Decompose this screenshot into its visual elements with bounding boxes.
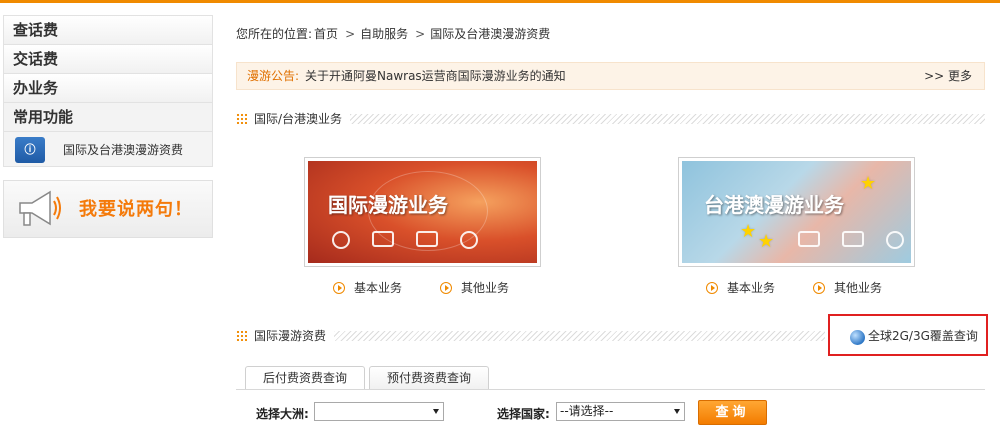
megaphone-icon bbox=[19, 190, 61, 226]
country-select-value: --请选择-- bbox=[560, 404, 614, 418]
continent-select[interactable] bbox=[314, 402, 444, 421]
section-divider bbox=[254, 331, 825, 341]
phone-icon bbox=[372, 231, 394, 247]
top-accent-bar bbox=[0, 0, 1000, 3]
intl-roaming-banner[interactable]: 国际漫游业务 bbox=[304, 157, 541, 267]
intl-roaming-links: 基本业务 其他业务 bbox=[333, 279, 547, 296]
star-icon: ★ bbox=[740, 221, 757, 242]
section-business-header: 国际/台港澳业务 bbox=[236, 111, 985, 127]
breadcrumb: 您所在的位置: 首页 > 自助服务 > 国际及台港澳漫游资费 bbox=[236, 25, 552, 42]
sidebar-subitem-roaming-rates[interactable]: ⓘ 国际及台港澳漫游资费 bbox=[3, 131, 213, 167]
breadcrumb-separator: > bbox=[415, 27, 426, 41]
tab-postpaid-rates[interactable]: 后付费资费查询 bbox=[245, 366, 366, 390]
banner-icons bbox=[798, 231, 904, 249]
rate-query-tabs: 后付费资费查询 预付费资费查询 bbox=[245, 366, 493, 390]
user-icon bbox=[332, 231, 350, 249]
banner-icons bbox=[332, 231, 478, 249]
sidebar-item-services[interactable]: 办业务 bbox=[3, 73, 213, 102]
gat-roaming-links: 基本业务 其他业务 bbox=[706, 279, 920, 296]
notice-more-link[interactable]: >> 更多 bbox=[924, 63, 972, 89]
gat-roaming-banner[interactable]: ★ ★ ★ 台港澳漫游业务 bbox=[678, 157, 915, 267]
section-rates-title: 国际漫游资费 bbox=[254, 328, 335, 344]
breadcrumb-prefix: 您所在的位置: bbox=[236, 27, 313, 41]
intl-other-business-link[interactable]: 其他业务 bbox=[440, 279, 509, 296]
section-business-title: 国际/台港澳业务 bbox=[254, 111, 351, 127]
coverage-query-label: 全球2G/3G覆盖查询 bbox=[868, 329, 978, 343]
link-label: 其他业务 bbox=[834, 281, 883, 295]
briefcase-icon bbox=[798, 231, 820, 247]
query-button[interactable]: 查询 bbox=[698, 400, 767, 425]
section-dots-icon bbox=[236, 113, 247, 124]
sidebar-item-pay-bill[interactable]: 交话费 bbox=[3, 44, 213, 73]
chevron-down-icon bbox=[433, 409, 439, 414]
breadcrumb-separator: > bbox=[345, 27, 356, 41]
gat-other-business-link[interactable]: 其他业务 bbox=[813, 279, 882, 296]
link-label: 其他业务 bbox=[461, 281, 510, 295]
breadcrumb-current: 国际及台港澳漫游资费 bbox=[430, 27, 551, 41]
link-label: 基本业务 bbox=[354, 281, 403, 295]
feedback-label: 我要说两句！ bbox=[79, 199, 193, 220]
play-circle-icon bbox=[440, 281, 453, 294]
tab-prepaid-rates[interactable]: 预付费资费查询 bbox=[369, 366, 490, 390]
continent-label: 选择大洲: bbox=[256, 407, 309, 421]
section-divider bbox=[254, 114, 985, 124]
country-label: 选择国家: bbox=[497, 407, 550, 421]
notice-link[interactable]: 关于开通阿曼Nawras运营商国际漫游业务的通知 bbox=[305, 63, 566, 89]
globe-icon bbox=[850, 330, 865, 345]
chevron-down-icon bbox=[674, 409, 680, 414]
section-dots-icon bbox=[236, 330, 247, 341]
star-icon: ★ bbox=[758, 231, 775, 252]
link-label: 基本业务 bbox=[727, 281, 776, 295]
play-circle-icon bbox=[813, 281, 826, 294]
gat-roaming-banner-title: 台港澳漫游业务 bbox=[704, 193, 844, 217]
feedback-banner[interactable]: 我要说两句！ bbox=[3, 180, 213, 238]
sidebar-item-common-functions[interactable]: 常用功能 bbox=[3, 102, 213, 131]
gat-basic-business-link[interactable]: 基本业务 bbox=[706, 279, 775, 296]
breadcrumb-home[interactable]: 首页 bbox=[314, 27, 338, 41]
mail-icon bbox=[842, 231, 864, 247]
play-circle-icon bbox=[333, 281, 345, 294]
breadcrumb-self-service[interactable]: 自助服务 bbox=[360, 27, 408, 41]
roaming-info-icon: ⓘ bbox=[15, 137, 45, 163]
gat-roaming-banner-art: ★ ★ ★ 台港澳漫游业务 bbox=[682, 161, 911, 263]
planet-icon bbox=[460, 231, 478, 249]
sidebar-item-check-bill[interactable]: 查话费 bbox=[3, 15, 213, 44]
star-icon: ★ bbox=[860, 173, 877, 194]
coverage-query-link[interactable]: 全球2G/3G覆盖查询 bbox=[828, 314, 988, 356]
intl-roaming-banner-art: 国际漫游业务 bbox=[308, 161, 537, 263]
intl-roaming-banner-title: 国际漫游业务 bbox=[328, 193, 448, 217]
user-icon bbox=[886, 231, 904, 249]
notice-label: 漫游公告: bbox=[247, 69, 300, 83]
sidebar: 查话费 交话费 办业务 常用功能 ⓘ 国际及台港澳漫游资费 bbox=[3, 15, 213, 167]
tab-divider bbox=[236, 389, 985, 390]
sidebar-subitem-label: 国际及台港澳漫游资费 bbox=[63, 143, 184, 157]
play-circle-icon bbox=[706, 281, 718, 294]
roaming-notice-bar: 漫游公告: 关于开通阿曼Nawras运营商国际漫游业务的通知 >> 更多 bbox=[236, 62, 985, 90]
intl-basic-business-link[interactable]: 基本业务 bbox=[333, 279, 402, 296]
country-select[interactable]: --请选择-- bbox=[556, 402, 685, 421]
mail-icon bbox=[416, 231, 438, 247]
